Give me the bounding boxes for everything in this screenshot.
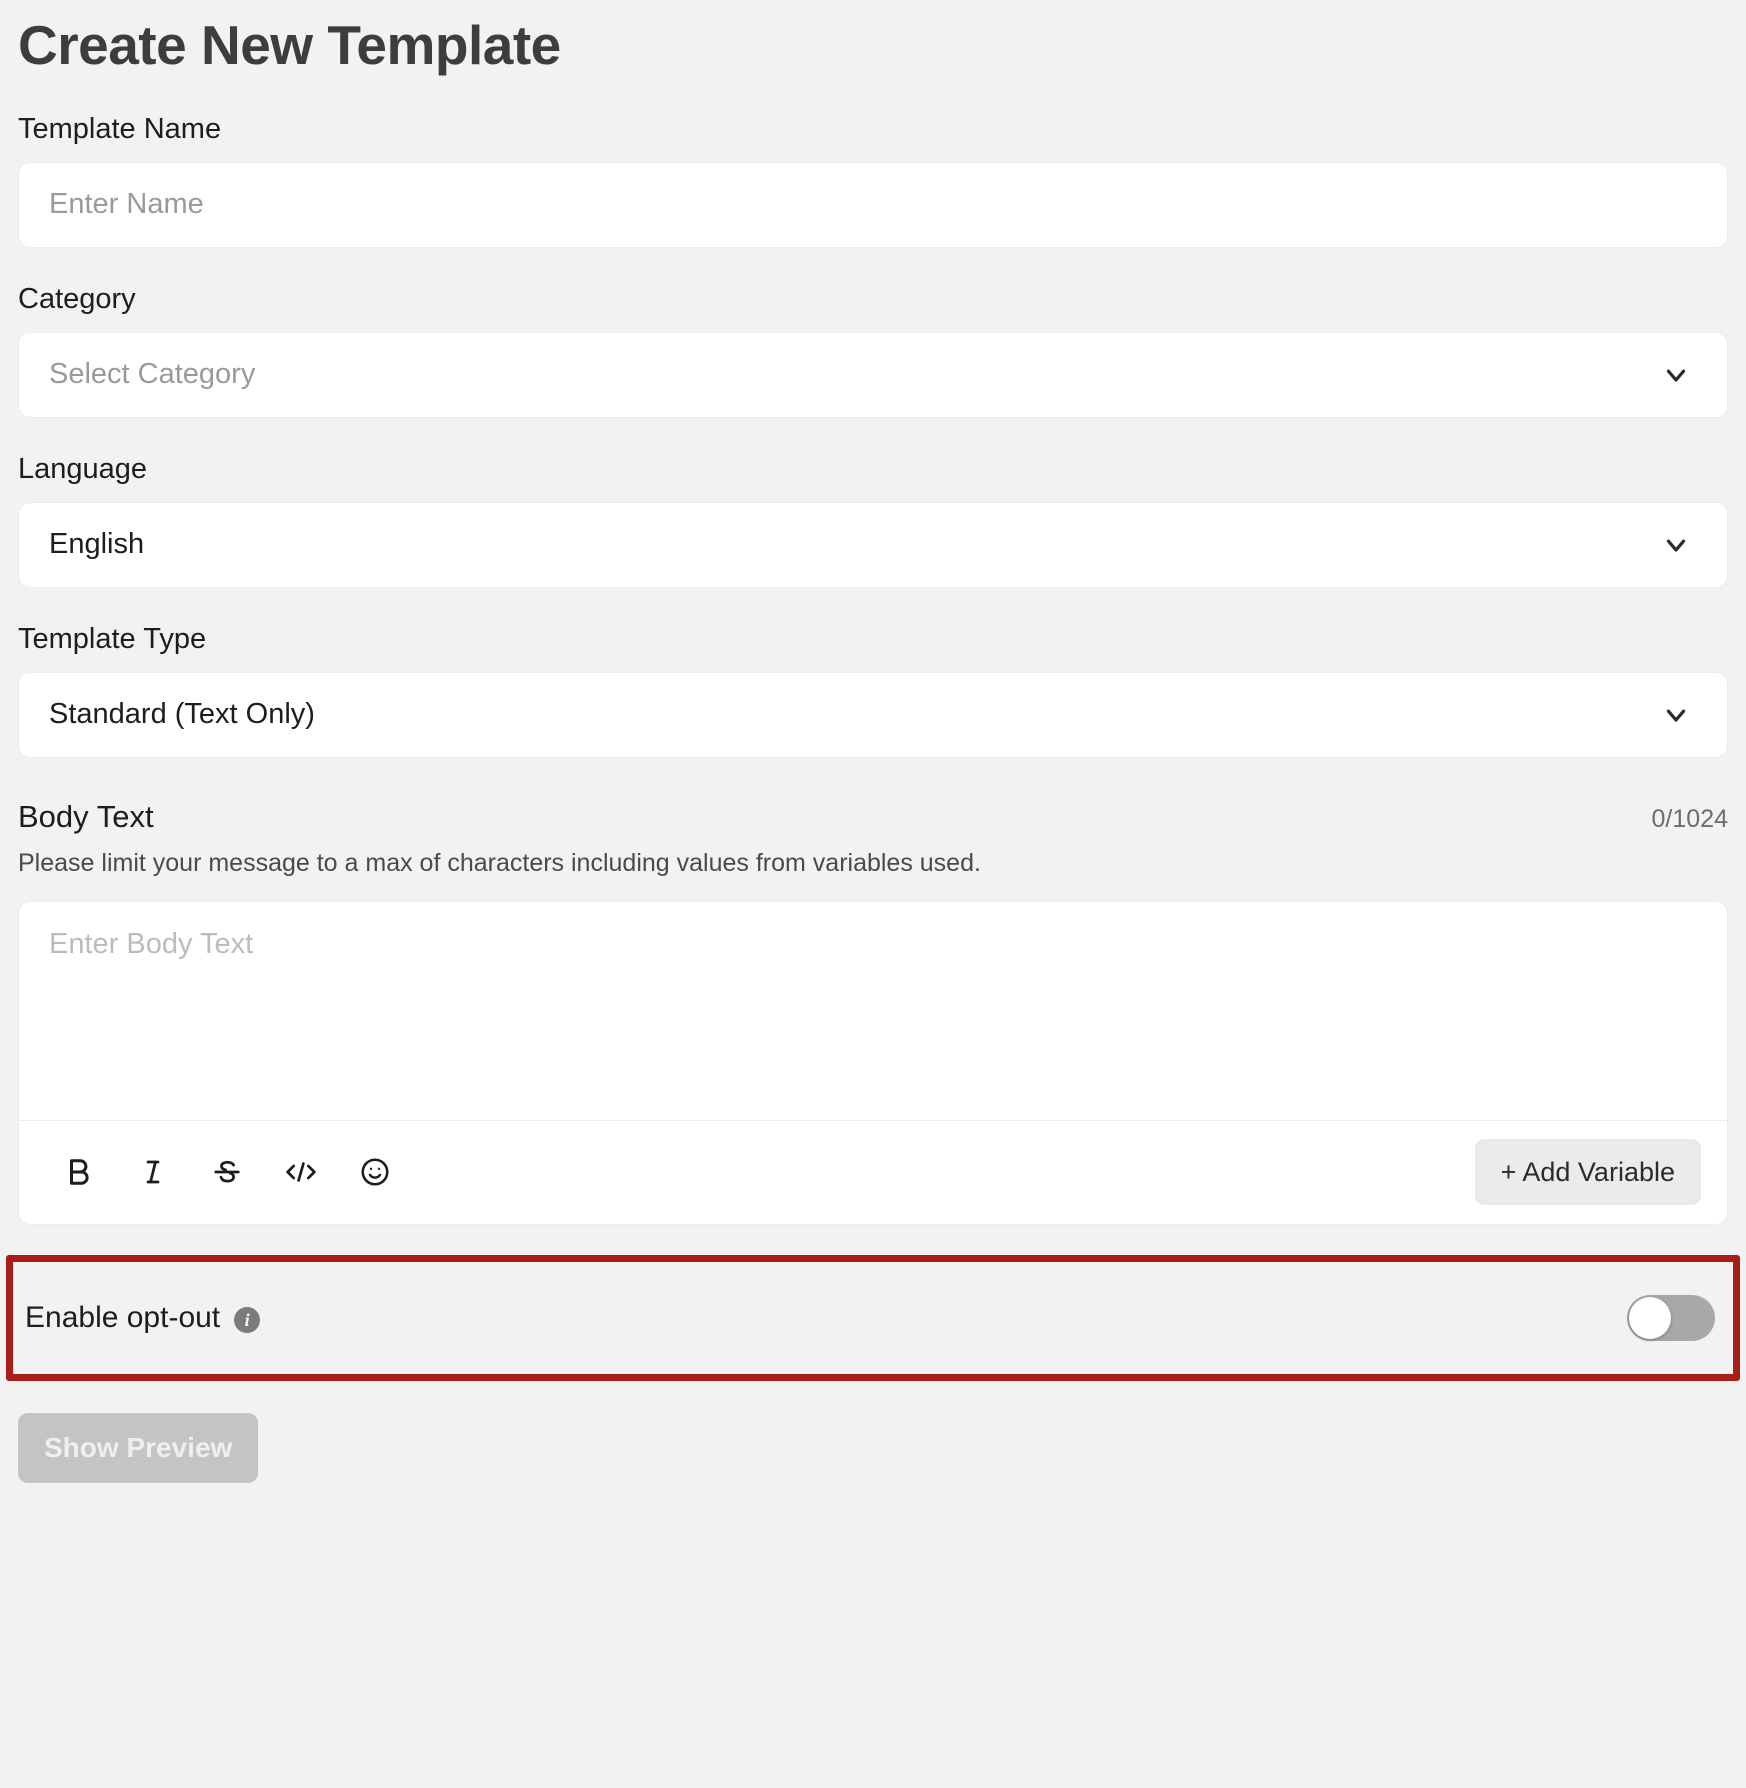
language-value: English bbox=[49, 528, 145, 561]
template-name-label: Template Name bbox=[18, 113, 222, 145]
strikethrough-icon[interactable] bbox=[205, 1150, 249, 1194]
template-type-select[interactable]: Standard (Text Only) bbox=[18, 671, 1728, 758]
code-icon[interactable] bbox=[279, 1150, 323, 1194]
formatting-tools bbox=[57, 1150, 397, 1194]
add-variable-button[interactable]: + Add Variable bbox=[1474, 1139, 1701, 1206]
page-title: Create New Template bbox=[18, 14, 561, 76]
enable-optout-left: Enable opt-out i bbox=[25, 1300, 261, 1335]
italic-icon[interactable] bbox=[131, 1150, 175, 1194]
info-icon[interactable]: i bbox=[234, 1306, 261, 1333]
body-text-editor: Enter Body Text + Add Variable bbox=[18, 900, 1728, 1225]
bold-icon[interactable] bbox=[57, 1150, 101, 1194]
chevron-down-icon[interactable] bbox=[1661, 700, 1691, 730]
category-label: Category bbox=[18, 282, 136, 315]
language-select[interactable]: English bbox=[18, 501, 1728, 588]
chevron-down-icon[interactable] bbox=[1661, 530, 1691, 560]
template-name-placeholder: Enter Name bbox=[49, 188, 204, 221]
body-text-header: Body Text 0/1024 bbox=[18, 798, 1728, 834]
character-counter: 0/1024 bbox=[1651, 804, 1728, 833]
enable-optout-row: Enable opt-out i bbox=[6, 1254, 1740, 1381]
create-template-page: Create New Template Template Name Enter … bbox=[0, 0, 1746, 1788]
chevron-down-icon[interactable] bbox=[1661, 360, 1691, 390]
category-select[interactable]: Select Category bbox=[18, 331, 1728, 418]
body-text-label: Body Text bbox=[18, 798, 154, 834]
template-type-label: Template Type bbox=[18, 622, 207, 655]
show-preview-button[interactable]: Show Preview bbox=[18, 1412, 259, 1483]
category-value: Select Category bbox=[49, 358, 256, 391]
editor-toolbar: + Add Variable bbox=[19, 1119, 1727, 1224]
language-label: Language bbox=[18, 452, 148, 485]
enable-optout-label: Enable opt-out bbox=[25, 1300, 221, 1334]
toggle-knob bbox=[1629, 1296, 1671, 1339]
field-group-language: Language English bbox=[18, 452, 1728, 588]
enable-optout-toggle[interactable] bbox=[1627, 1294, 1715, 1341]
body-text-hint: Please limit your message to a max of ch… bbox=[18, 848, 981, 877]
body-text-placeholder: Enter Body Text bbox=[49, 927, 254, 960]
template-type-value: Standard (Text Only) bbox=[49, 698, 315, 731]
body-text-input[interactable]: Enter Body Text bbox=[19, 902, 1727, 1120]
field-group-template-name: Template Name Enter Name bbox=[18, 113, 1728, 248]
field-group-category: Category Select Category bbox=[18, 282, 1728, 418]
field-group-template-type: Template Type Standard (Text Only) bbox=[18, 622, 1728, 758]
emoji-icon[interactable] bbox=[353, 1150, 397, 1194]
template-name-input[interactable]: Enter Name bbox=[18, 161, 1728, 248]
